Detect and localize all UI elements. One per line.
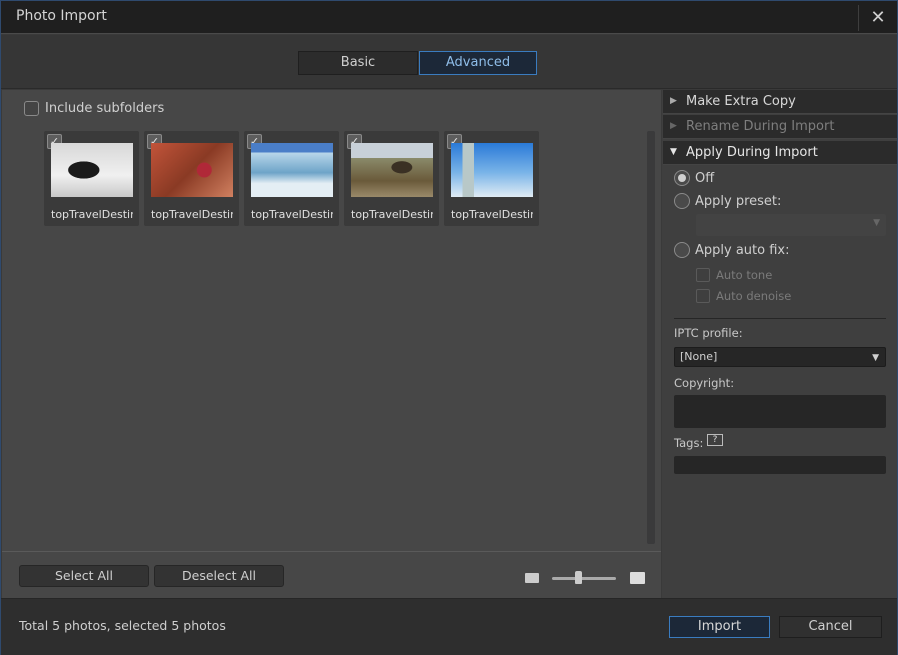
auto-tone-checkbox[interactable]: Auto tone bbox=[696, 268, 772, 282]
select-all-button[interactable]: Select All bbox=[19, 565, 149, 587]
import-button[interactable]: Import bbox=[669, 616, 770, 638]
slider-handle[interactable] bbox=[575, 571, 582, 584]
photo-image-glacier bbox=[251, 143, 333, 197]
photo-image-camel bbox=[151, 143, 233, 197]
radio-apply-preset[interactable]: Apply preset: bbox=[674, 193, 781, 209]
radio-apply-auto-fix[interactable]: Apply auto fix: bbox=[674, 242, 790, 258]
photo-grid-panel: Include subfolders ✓ topTravelDestina ✓ … bbox=[2, 90, 661, 598]
checkbox-label: Auto denoise bbox=[716, 289, 792, 303]
status-text: Total 5 photos, selected 5 photos bbox=[19, 618, 226, 633]
close-icon: ✕ bbox=[870, 7, 886, 28]
tags-field[interactable] bbox=[674, 456, 886, 474]
iptc-profile-label: IPTC profile: bbox=[674, 326, 743, 340]
photo-caption: topTravelDestina bbox=[251, 208, 333, 221]
dialog-title: Photo Import bbox=[16, 8, 107, 24]
section-label: Rename During Import bbox=[686, 119, 835, 134]
chevron-down-icon: ▼ bbox=[872, 353, 879, 363]
checkbox-icon bbox=[24, 101, 39, 116]
thumbnail-grid: ✓ topTravelDestina ✓ topTravelDestina ✓ … bbox=[44, 131, 544, 226]
thumbnail-size-slider[interactable] bbox=[552, 577, 616, 580]
tab-basic[interactable]: Basic bbox=[298, 51, 418, 75]
divider bbox=[674, 318, 886, 319]
photo-caption: topTravelDestina bbox=[51, 208, 133, 221]
radio-label: Apply preset: bbox=[695, 193, 782, 209]
include-subfolders-label: Include subfolders bbox=[45, 101, 165, 116]
photo-image-landscape bbox=[351, 143, 433, 197]
chevron-down-icon: ▼ bbox=[873, 218, 880, 228]
photo-thumbnail[interactable]: ✓ topTravelDestina bbox=[244, 131, 339, 226]
footer: Total 5 photos, selected 5 photos Import… bbox=[1, 598, 897, 655]
mode-toggle-bar: Basic Advanced bbox=[1, 35, 897, 89]
section-rename-during-import[interactable]: ▶ Rename During Import bbox=[663, 115, 897, 139]
expand-arrow-icon: ▶ bbox=[670, 121, 677, 131]
copyright-field[interactable] bbox=[674, 395, 886, 428]
title-divider bbox=[858, 5, 859, 31]
photo-thumbnail[interactable]: ✓ topTravelDestina bbox=[444, 131, 539, 226]
collapse-arrow-icon: ▼ bbox=[670, 147, 677, 157]
tags-help-icon[interactable]: ? bbox=[707, 434, 723, 446]
section-label: Apply During Import bbox=[686, 145, 818, 160]
radio-label: Apply auto fix: bbox=[695, 242, 790, 258]
cancel-button[interactable]: Cancel bbox=[779, 616, 882, 638]
expand-arrow-icon: ▶ bbox=[670, 96, 677, 106]
options-panel: ▶ Make Extra Copy ▶ Rename During Import… bbox=[662, 90, 897, 598]
photo-image-tower bbox=[451, 143, 533, 197]
radio-icon bbox=[674, 242, 690, 258]
title-bar: Photo Import ✕ bbox=[1, 1, 897, 34]
copyright-label: Copyright: bbox=[674, 376, 735, 390]
section-apply-during-import[interactable]: ▼ Apply During Import bbox=[663, 141, 897, 165]
auto-denoise-checkbox[interactable]: Auto denoise bbox=[696, 289, 791, 303]
close-button[interactable]: ✕ bbox=[863, 4, 893, 31]
iptc-profile-dropdown[interactable]: [None] ▼ bbox=[674, 347, 886, 367]
radio-label: Off bbox=[695, 170, 715, 186]
radio-icon bbox=[674, 193, 690, 209]
divider bbox=[2, 551, 661, 552]
photo-thumbnail[interactable]: ✓ topTravelDestina bbox=[144, 131, 239, 226]
checkbox-icon bbox=[696, 289, 710, 303]
section-make-extra-copy[interactable]: ▶ Make Extra Copy bbox=[663, 90, 897, 114]
photo-image-penguin bbox=[51, 143, 133, 197]
iptc-value: [None] bbox=[680, 350, 718, 363]
tags-label: Tags: bbox=[674, 436, 704, 450]
section-label: Make Extra Copy bbox=[686, 94, 796, 109]
preset-dropdown[interactable]: ▼ bbox=[696, 214, 886, 236]
photo-caption: topTravelDestina bbox=[151, 208, 233, 221]
radio-off[interactable]: Off bbox=[674, 170, 714, 186]
radio-selected-icon bbox=[674, 170, 690, 186]
grid-scrollbar[interactable] bbox=[647, 131, 655, 544]
checkbox-label: Auto tone bbox=[716, 268, 773, 282]
photo-import-dialog: Photo Import ✕ Basic Advanced Include su… bbox=[0, 0, 898, 655]
large-thumbnail-icon[interactable] bbox=[630, 572, 645, 584]
include-subfolders-checkbox[interactable]: Include subfolders bbox=[24, 101, 164, 116]
checkbox-icon bbox=[696, 268, 710, 282]
tab-advanced[interactable]: Advanced bbox=[419, 51, 537, 75]
photo-thumbnail[interactable]: ✓ topTravelDestina bbox=[44, 131, 139, 226]
photo-caption: topTravelDestina bbox=[451, 208, 533, 221]
photo-caption: topTravelDestina bbox=[351, 208, 433, 221]
deselect-all-button[interactable]: Deselect All bbox=[154, 565, 284, 587]
small-thumbnail-icon[interactable] bbox=[525, 573, 539, 583]
photo-thumbnail[interactable]: ✓ topTravelDestina bbox=[344, 131, 439, 226]
